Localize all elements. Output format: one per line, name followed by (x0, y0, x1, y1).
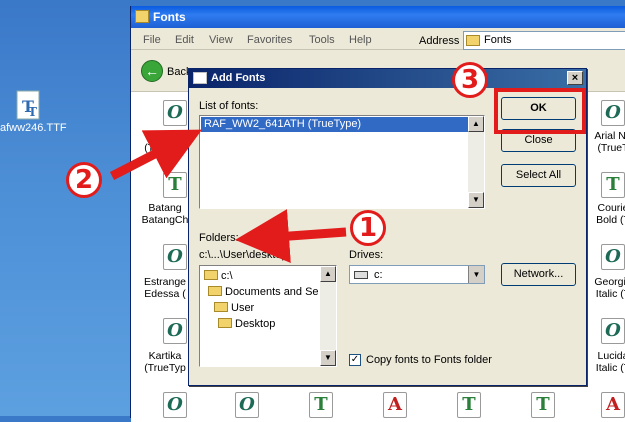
arrow-to-folders (235, 209, 347, 264)
annotation-arrows (109, 129, 347, 264)
arrow-to-font-list (109, 129, 203, 181)
